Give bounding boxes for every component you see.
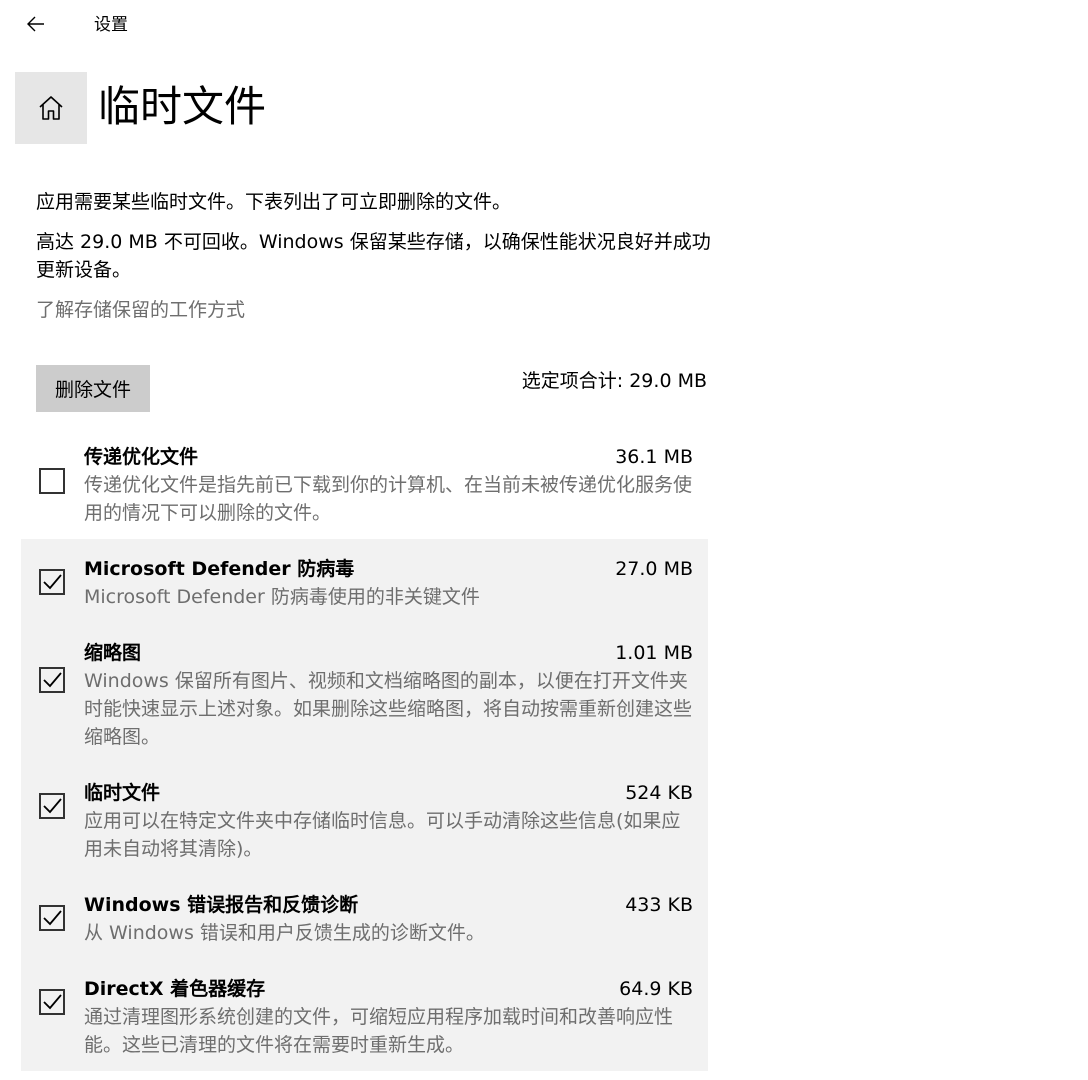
checkbox[interactable] <box>39 569 65 595</box>
item-size: 27.0 MB <box>615 558 693 580</box>
list-item-defender[interactable]: Microsoft Defender 防病毒 27.0 MB Microsoft… <box>21 539 708 623</box>
learn-more-link[interactable]: 了解存储保留的工作方式 <box>36 296 245 324</box>
list-item-error-reporting[interactable]: Windows 错误报告和反馈诊断 433 KB 从 Windows 错误和用户… <box>21 875 708 959</box>
checkmark-icon <box>43 994 62 1010</box>
item-size: 524 KB <box>625 782 693 804</box>
reserved-storage-text: 高达 29.0 MB 不可回收。Windows 保留某些存储，以确保性能状况良好… <box>36 231 711 281</box>
item-name: 传递优化文件 <box>84 446 199 468</box>
checkbox[interactable] <box>39 989 65 1015</box>
checkmark-icon <box>43 910 62 926</box>
checkmark-icon <box>43 798 62 814</box>
temp-files-list: 传递优化文件 36.1 MB 传递优化文件是指先前已下载到你的计算机、在当前未被… <box>21 437 708 1071</box>
item-size: 36.1 MB <box>615 446 693 468</box>
selected-total: 选定项合计: 29.0 MB <box>521 370 707 392</box>
back-arrow-icon <box>27 16 44 32</box>
checkmark-icon <box>43 574 62 590</box>
item-name: 临时文件 <box>84 782 161 804</box>
checkmark-icon <box>43 672 62 688</box>
item-name: 缩略图 <box>84 642 142 664</box>
item-description: 从 Windows 错误和用户反馈生成的诊断文件。 <box>84 922 485 944</box>
settings-window: 设置 临时文件 应用需要某些临时文件。下表列出了可立即删除的文件。 高达 29.… <box>0 0 1088 1080</box>
item-description: Windows 保留所有图片、视频和文档缩略图的副本，以便在打开文件夹时能快速显… <box>84 670 693 748</box>
page-title: 临时文件 <box>98 82 267 131</box>
item-size: 64.9 KB <box>619 978 693 1000</box>
item-size: 433 KB <box>625 894 693 916</box>
item-name: Windows 错误报告和反馈诊断 <box>84 894 359 916</box>
title-bar: 设置 <box>0 0 1088 50</box>
description-text: 应用需要某些临时文件。下表列出了可立即删除的文件。 <box>36 191 512 213</box>
list-item-directx-shader-cache[interactable]: DirectX 着色器缓存 64.9 KB 通过清理图形系统创建的文件，可缩短应… <box>21 959 708 1071</box>
item-size: 1.01 MB <box>615 642 693 664</box>
item-name: Microsoft Defender 防病毒 <box>84 558 355 580</box>
checkbox[interactable] <box>39 667 65 693</box>
list-item-delivery-optimization[interactable]: 传递优化文件 36.1 MB 传递优化文件是指先前已下载到你的计算机、在当前未被… <box>21 437 708 539</box>
home-button[interactable] <box>15 72 87 144</box>
item-name: DirectX 着色器缓存 <box>84 978 266 1000</box>
app-title: 设置 <box>94 15 128 35</box>
checkbox[interactable] <box>39 468 65 494</box>
checkbox[interactable] <box>39 905 65 931</box>
item-description: 传递优化文件是指先前已下载到你的计算机、在当前未被传递优化服务使用的情况下可以删… <box>84 474 693 524</box>
list-item-temporary-files[interactable]: 临时文件 524 KB 应用可以在特定文件夹中存储临时信息。可以手动清除这些信息… <box>21 763 708 875</box>
item-description: 通过清理图形系统创建的文件，可缩短应用程序加载时间和改善响应性能。这些已清理的文… <box>84 1006 674 1056</box>
delete-files-button[interactable]: 删除文件 <box>36 365 150 412</box>
checkbox[interactable] <box>39 793 65 819</box>
item-description: 应用可以在特定文件夹中存储临时信息。可以手动清除这些信息(如果应用未自动将其清除… <box>84 810 681 860</box>
item-description: Microsoft Defender 防病毒使用的非关键文件 <box>84 586 480 608</box>
back-button[interactable] <box>16 6 56 42</box>
home-icon <box>39 96 63 120</box>
list-item-thumbnails[interactable]: 缩略图 1.01 MB Windows 保留所有图片、视频和文档缩略图的副本，以… <box>21 623 708 763</box>
